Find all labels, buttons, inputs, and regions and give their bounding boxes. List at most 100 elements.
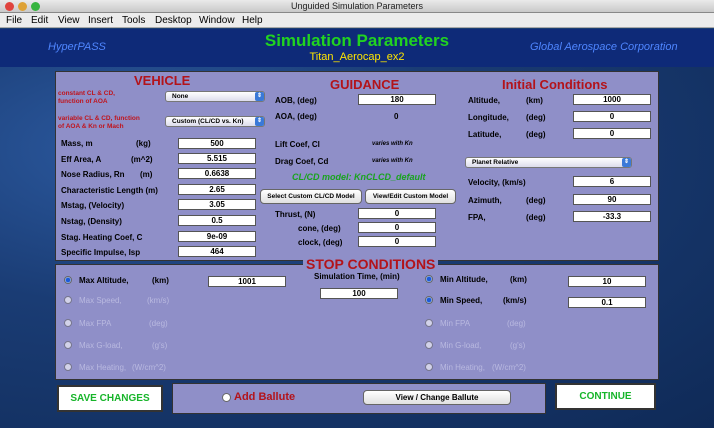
variable-clcd-value: Custom (CL/CD vs. Kn) — [172, 118, 244, 125]
min-gload-unit: (g's) — [510, 341, 526, 350]
view-change-ballute-button[interactable]: View / Change Ballute — [363, 390, 511, 405]
select-custom-model-button[interactable]: Select Custom CL/CD Model — [260, 189, 362, 204]
longitude-unit: (deg) — [526, 113, 546, 122]
mass-field[interactable]: 500 — [178, 138, 256, 149]
menu-view[interactable]: View — [58, 14, 80, 27]
aob-label: AOB, (deg) — [275, 96, 317, 105]
menu-tools[interactable]: Tools — [122, 14, 145, 27]
longitude-label: Longitude, — [468, 113, 509, 122]
char-length-label: Characteristic Length (m) — [61, 186, 158, 195]
min-heating-radio[interactable] — [425, 363, 433, 371]
add-ballute-label: Add Ballute — [234, 391, 296, 403]
min-altitude-radio[interactable] — [425, 275, 433, 283]
char-length-field[interactable]: 2.65 — [178, 184, 256, 195]
min-altitude-label: Min Altitude, — [440, 275, 488, 284]
mstag-label: Mstag, (Velocity) — [61, 201, 125, 210]
heating-coef-label: Stag. Heating Coef, C — [61, 233, 143, 242]
altitude-label: Altitude, — [468, 96, 500, 105]
max-altitude-radio[interactable] — [64, 276, 72, 284]
max-fpa-radio[interactable] — [64, 319, 72, 327]
drag-coef-value: varies with Kn — [372, 158, 413, 164]
longitude-field[interactable]: 0 — [573, 111, 651, 122]
chevron-down-icon: ⇕ — [622, 158, 631, 167]
altitude-field[interactable]: 1000 — [573, 94, 651, 105]
max-speed-unit: (km/s) — [147, 296, 170, 305]
min-fpa-label: Min FPA — [440, 319, 471, 328]
lift-coef-value: varies with Kn — [372, 141, 413, 147]
menu-edit[interactable]: Edit — [31, 14, 48, 27]
thrust-field[interactable]: 0 — [358, 208, 436, 219]
latitude-unit: (deg) — [526, 130, 546, 139]
cone-field[interactable]: 0 — [358, 222, 436, 233]
min-fpa-radio[interactable] — [425, 319, 433, 327]
drag-coef-label: Drag Coef, Cd — [275, 157, 329, 166]
nose-radius-label: Nose Radius, Rn — [61, 170, 125, 179]
menu-window[interactable]: Window — [199, 14, 235, 27]
chevron-down-icon: ⇕ — [255, 117, 264, 126]
max-speed-radio[interactable] — [64, 296, 72, 304]
fpa-field[interactable]: -33.3 — [573, 211, 651, 222]
clcd-model-text: CL/CD model: KnCLCD_default — [292, 172, 426, 182]
min-gload-radio[interactable] — [425, 341, 433, 349]
frame-value: Planet Relative — [472, 159, 519, 166]
lift-coef-label: Lift Coef, Cl — [275, 140, 320, 149]
guidance-heading: GUIDANCE — [330, 77, 400, 92]
min-speed-radio[interactable] — [425, 296, 433, 304]
max-heating-unit: (W/cm^2) — [132, 363, 166, 372]
isp-field[interactable]: 464 — [178, 246, 256, 257]
add-ballute-radio[interactable] — [222, 393, 231, 402]
max-altitude-field[interactable]: 1001 — [208, 276, 286, 287]
mstag-field[interactable]: 3.05 — [178, 199, 256, 210]
save-changes-button[interactable]: SAVE CHANGES — [57, 385, 163, 412]
constant-clcd-label: constant CL & CD, function of AOA — [58, 90, 115, 105]
latitude-field[interactable]: 0 — [573, 128, 651, 139]
initial-conditions-heading: Initial Conditions — [502, 77, 608, 92]
eff-area-label: Eff Area, A — [61, 155, 102, 164]
menu-bar: File Edit View Insert Tools Desktop Wind… — [0, 13, 714, 28]
min-altitude-field[interactable]: 10 — [568, 276, 646, 287]
constant-clcd-value: None — [172, 93, 189, 100]
nose-radius-field[interactable]: 0.6638 — [178, 168, 256, 179]
max-altitude-unit: (km) — [152, 276, 169, 285]
variable-clcd-popup[interactable]: Custom (CL/CD vs. Kn) ⇕ — [165, 116, 265, 127]
azimuth-unit: (deg) — [526, 196, 546, 205]
nstag-field[interactable]: 0.5 — [178, 215, 256, 226]
azimuth-field[interactable]: 90 — [573, 194, 651, 205]
fpa-label: FPA, — [468, 213, 486, 222]
max-gload-radio[interactable] — [64, 341, 72, 349]
continue-button[interactable]: CONTINUE — [555, 383, 656, 410]
clock-field[interactable]: 0 — [358, 236, 436, 247]
frame-popup[interactable]: Planet Relative ⇕ — [465, 157, 632, 168]
nose-radius-unit: (m) — [140, 170, 153, 179]
min-gload-label: Min G-load, — [440, 341, 482, 350]
thrust-label: Thrust, (N) — [275, 210, 316, 219]
min-speed-unit: (km/s) — [503, 296, 527, 305]
fpa-unit: (deg) — [526, 213, 546, 222]
clock-label: clock, (deg) — [298, 238, 343, 247]
minimize-icon[interactable] — [18, 2, 27, 11]
velocity-field[interactable]: 6 — [573, 176, 651, 187]
zoom-icon[interactable] — [31, 2, 40, 11]
max-heating-radio[interactable] — [64, 363, 72, 371]
sim-time-field[interactable]: 100 — [320, 288, 398, 299]
menu-insert[interactable]: Insert — [88, 14, 113, 27]
menu-help[interactable]: Help — [242, 14, 263, 27]
aoa-label: AOA, (deg) — [275, 112, 317, 121]
heating-coef-field[interactable]: 9e-09 — [178, 231, 256, 242]
company-label: Global Aerospace Corporation — [530, 41, 678, 53]
close-icon[interactable] — [5, 2, 14, 11]
constant-clcd-popup[interactable]: None ⇕ — [165, 91, 265, 102]
menu-desktop[interactable]: Desktop — [155, 14, 192, 27]
mass-unit: (kg) — [136, 139, 151, 148]
min-speed-field[interactable]: 0.1 — [568, 297, 646, 308]
azimuth-label: Azimuth, — [468, 196, 502, 205]
variable-clcd-label: variable CL & CD, function of AOA & Kn o… — [58, 115, 140, 130]
window-title-bar: Unguided Simulation Parameters — [0, 0, 714, 13]
eff-area-unit: (m^2) — [131, 155, 153, 164]
menu-file[interactable]: File — [6, 14, 22, 27]
view-edit-custom-model-button[interactable]: View/Edit Custom Model — [365, 189, 456, 204]
eff-area-field[interactable]: 5.515 — [178, 153, 256, 164]
min-heating-label: Min Heating, — [440, 363, 485, 372]
aob-field[interactable]: 180 — [358, 94, 436, 105]
stop-conditions-heading: STOP CONDITIONS — [303, 256, 439, 272]
